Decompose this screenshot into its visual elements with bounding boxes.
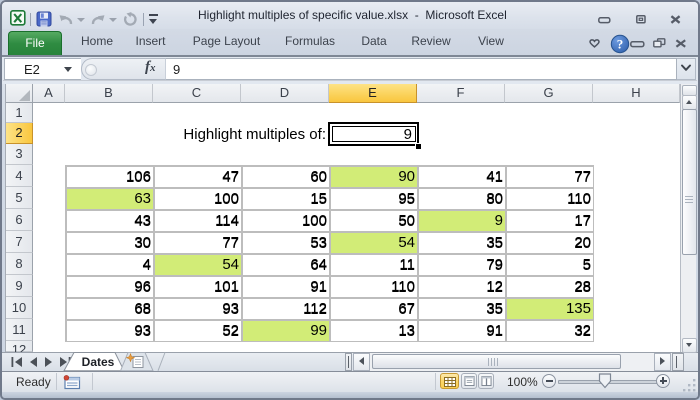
svg-text:?: ? — [617, 37, 624, 52]
